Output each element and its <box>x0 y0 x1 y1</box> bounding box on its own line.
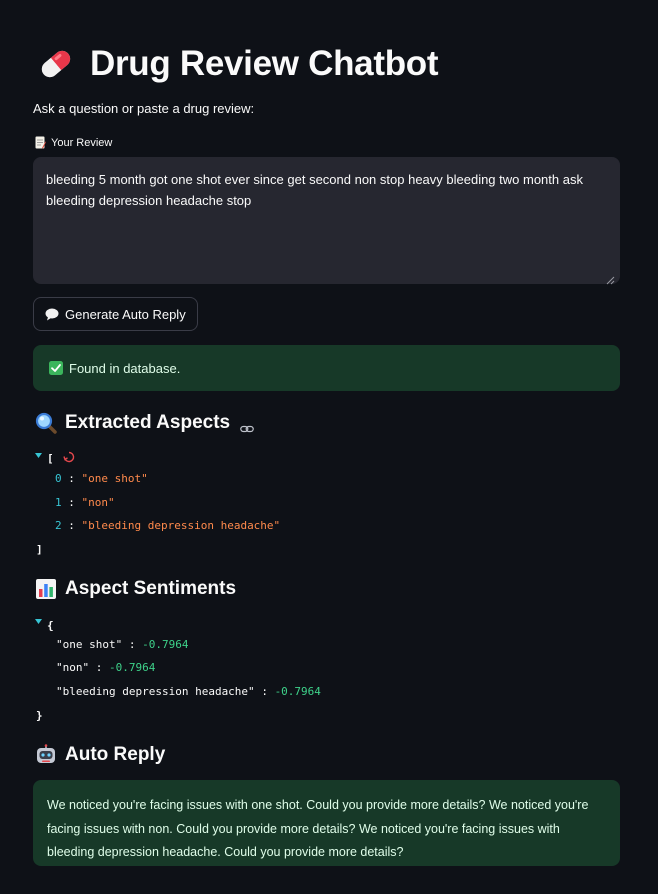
json-object-entry: "bleeding depression headache" : -0.7964 <box>56 685 321 698</box>
bar-chart-icon <box>35 578 57 600</box>
prompt-text: Ask a question or paste a drug review: <box>33 101 255 116</box>
link-icon[interactable] <box>240 418 254 433</box>
json-open-brace: { <box>47 619 54 632</box>
json-open-bracket: [ <box>47 452 54 465</box>
json-array-item: 1 : "non" <box>55 496 115 509</box>
collapse-caret-icon[interactable] <box>35 619 42 624</box>
status-text: Found in database. <box>69 360 181 376</box>
json-key: "one shot" <box>56 638 123 651</box>
collapse-caret-icon[interactable] <box>35 453 42 458</box>
json-close-bracket: ] <box>36 543 43 556</box>
json-index: 0 <box>55 472 62 485</box>
magnifying-glass-icon <box>35 412 57 434</box>
resize-handle-icon[interactable] <box>606 270 615 285</box>
json-string-value: "non" <box>81 496 115 509</box>
auto-reply-box: We noticed you're facing issues with one… <box>33 780 620 866</box>
review-textarea[interactable]: bleeding 5 month got one shot ever since… <box>33 157 620 285</box>
json-number-value: -0.7964 <box>274 685 321 698</box>
aspect-sentiments-title: Aspect Sentiments <box>65 578 237 599</box>
review-field-label-text: Your Review <box>51 136 113 149</box>
json-object-entry: "one shot" : -0.7964 <box>56 638 189 651</box>
check-mark-button-icon <box>49 361 63 375</box>
robot-icon <box>35 744 57 766</box>
copy-icon[interactable] <box>63 451 75 463</box>
auto-reply-text: We noticed you're facing issues with one… <box>47 798 589 859</box>
app-page: Drug Review Chatbot Ask a question or pa… <box>0 0 658 894</box>
speech-balloon-icon <box>45 308 59 321</box>
auto-reply-heading: Auto Reply <box>35 744 165 766</box>
json-key: "non" <box>56 661 90 674</box>
json-key: "bleeding depression headache" <box>56 685 255 698</box>
review-textarea-value: bleeding 5 month got one shot ever since… <box>46 172 583 208</box>
generate-auto-reply-button[interactable]: Generate Auto Reply <box>33 297 198 331</box>
pill-icon <box>36 44 76 84</box>
memo-icon <box>35 136 46 149</box>
aspect-sentiments-heading: Aspect Sentiments <box>35 578 236 600</box>
json-string-value: "one shot" <box>81 472 148 485</box>
page-header: Drug Review Chatbot <box>36 44 439 84</box>
json-index: 1 <box>55 496 62 509</box>
json-number-value: -0.7964 <box>109 661 156 674</box>
json-array-item: 0 : "one shot" <box>55 472 148 485</box>
status-alert: Found in database. <box>33 345 620 391</box>
json-number-value: -0.7964 <box>142 638 189 651</box>
extracted-aspects-heading: Extracted Aspects <box>35 412 254 434</box>
json-object-entry: "non" : -0.7964 <box>56 661 156 674</box>
auto-reply-title: Auto Reply <box>65 744 166 765</box>
generate-auto-reply-label: Generate Auto Reply <box>65 306 186 322</box>
page-title: Drug Review Chatbot <box>90 44 439 83</box>
json-string-value: "bleeding depression headache" <box>81 519 281 532</box>
json-index: 2 <box>55 519 62 532</box>
json-array-item: 2 : "bleeding depression headache" <box>55 519 281 532</box>
review-field-label: Your Review <box>35 136 112 149</box>
json-close-brace: } <box>36 709 43 722</box>
extracted-aspects-title: Extracted Aspects <box>65 412 231 433</box>
